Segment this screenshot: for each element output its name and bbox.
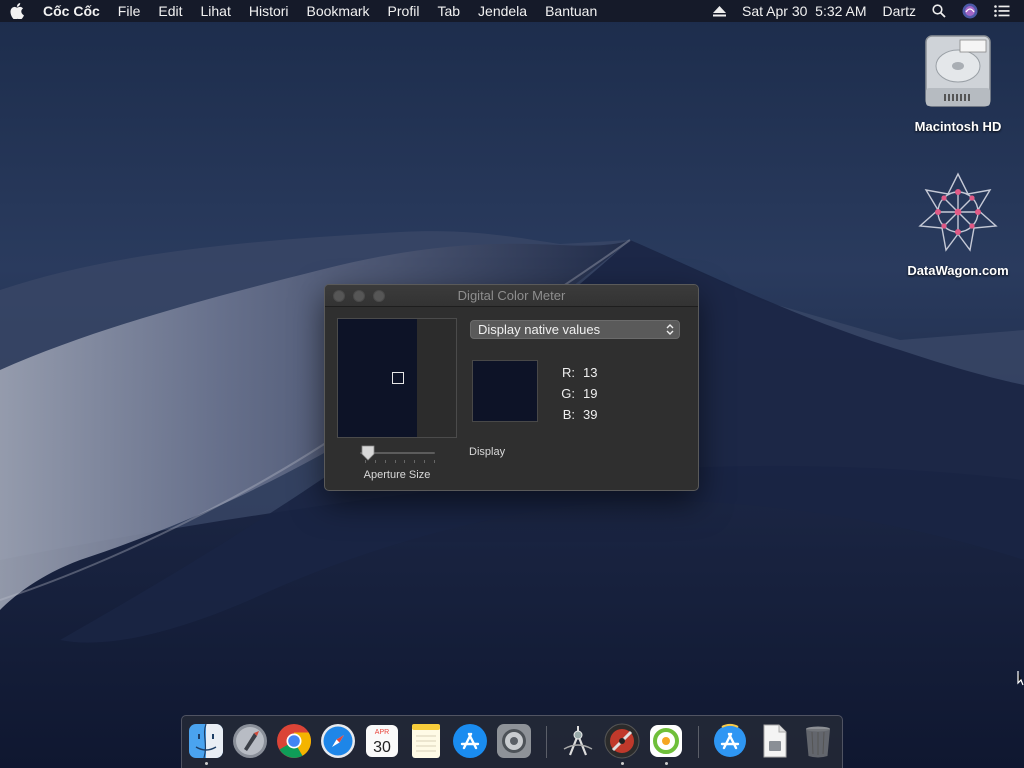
- trash-icon[interactable]: [800, 723, 836, 759]
- datawagon-logo-icon: [918, 172, 998, 252]
- magnifier-view: [337, 318, 457, 438]
- dock-separator: [698, 726, 699, 758]
- safari-icon[interactable]: [320, 723, 356, 759]
- launchpad-icon[interactable]: [232, 723, 268, 759]
- green-value: 19: [583, 386, 598, 401]
- desktop-icon-datawagon[interactable]: DataWagon.com: [903, 170, 1013, 278]
- window-titlebar[interactable]: Digital Color Meter: [325, 285, 698, 307]
- slider-thumb[interactable]: [361, 445, 375, 461]
- search-icon[interactable]: [924, 0, 954, 22]
- menu-profiles[interactable]: Profil: [379, 0, 429, 22]
- display-values-dropdown[interactable]: Display native values: [470, 320, 680, 339]
- menu-edit[interactable]: Edit: [149, 0, 191, 22]
- coccoc-browser-icon[interactable]: [604, 723, 640, 759]
- menu-view[interactable]: Lihat: [191, 0, 239, 22]
- dropdown-value: Display native values: [478, 322, 601, 337]
- calendar-icon[interactable]: APR 30: [364, 723, 400, 759]
- menu-user[interactable]: Dartz: [875, 0, 924, 22]
- document-icon[interactable]: [756, 723, 792, 759]
- digital-color-meter-window: Digital Color Meter Aperture Size Displa…: [324, 284, 699, 491]
- desktop-icon-label: Macintosh HD: [914, 119, 1002, 134]
- aperture-crosshair: [392, 372, 404, 384]
- window-title: Digital Color Meter: [457, 288, 566, 303]
- desktop-icon-label: DataWagon.com: [907, 263, 1009, 278]
- menu-bar: Cốc Cốc File Edit Lihat Histori Bookmark…: [0, 0, 1024, 22]
- red-value: 13: [583, 365, 598, 380]
- running-indicator: [205, 762, 208, 765]
- eject-icon[interactable]: [705, 0, 734, 22]
- apple-icon[interactable]: [0, 0, 34, 22]
- chevron-up-down-icon: [666, 324, 674, 335]
- blue-label: B:: [562, 407, 575, 422]
- aperture-size-label: Aperture Size: [363, 469, 431, 481]
- calendar-month: APR: [375, 729, 389, 736]
- menu-clock[interactable]: Sat Apr 30 5:32 AM: [734, 0, 875, 22]
- digital-color-meter-icon[interactable]: [560, 723, 596, 759]
- desktop-icon-macintosh-hd[interactable]: Macintosh HD: [903, 32, 1013, 134]
- color-swatch: [472, 360, 538, 422]
- siri-icon[interactable]: [954, 0, 986, 22]
- red-label: R:: [562, 365, 575, 380]
- menu-file[interactable]: File: [109, 0, 150, 22]
- menu-app-name[interactable]: Cốc Cốc: [34, 0, 109, 22]
- coccoc-green-icon[interactable]: [648, 723, 684, 759]
- green-label: G:: [561, 386, 575, 401]
- chrome-icon[interactable]: [276, 723, 312, 759]
- dock-separator: [546, 726, 547, 758]
- notes-icon[interactable]: [408, 723, 444, 759]
- app-store-downloads-icon[interactable]: [712, 723, 748, 759]
- menu-window[interactable]: Jendela: [469, 0, 536, 22]
- magnified-sample: [338, 319, 417, 437]
- mouse-pointer-icon: [1017, 671, 1024, 686]
- hard-drive-icon: [925, 35, 991, 107]
- running-indicator: [665, 762, 668, 765]
- running-indicator: [621, 762, 624, 765]
- calendar-day: 30: [373, 739, 391, 756]
- control-center-icon[interactable]: [986, 0, 1024, 22]
- menu-bookmarks[interactable]: Bookmark: [298, 0, 379, 22]
- menu-help[interactable]: Bantuan: [536, 0, 606, 22]
- blue-value: 39: [583, 407, 598, 422]
- menu-history[interactable]: Histori: [240, 0, 298, 22]
- menu-tab[interactable]: Tab: [428, 0, 469, 22]
- finder-icon[interactable]: [188, 723, 224, 759]
- app-store-icon[interactable]: [452, 723, 488, 759]
- display-label: Display: [469, 446, 506, 458]
- dock: APR 30: [181, 715, 843, 768]
- slider-ticks: [365, 460, 435, 463]
- rgb-values: R: 13 G: 19 B: 39: [555, 362, 597, 425]
- system-preferences-icon[interactable]: [496, 723, 532, 759]
